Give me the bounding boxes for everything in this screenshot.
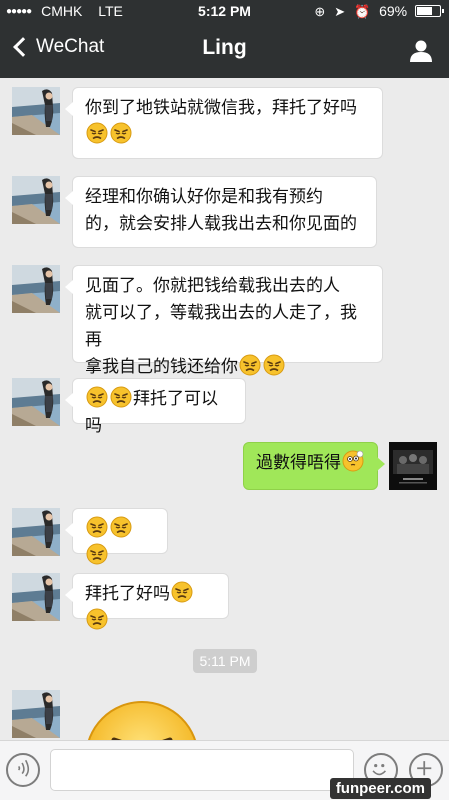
profile-icon[interactable]: [409, 38, 433, 62]
contact-avatar[interactable]: [12, 378, 60, 426]
message-text: 拜托了好吗: [85, 584, 170, 604]
my-avatar[interactable]: [389, 442, 437, 490]
message-input[interactable]: [50, 749, 354, 791]
message-bubble[interactable]: 拜托了好吗: [65, 573, 229, 630]
watermark: funpeer.com: [329, 778, 431, 799]
outgoing-message-bubble[interactable]: 過數得唔得: [243, 442, 385, 490]
nav-bar: WeChat Ling: [0, 22, 449, 78]
back-button[interactable]: WeChat: [10, 36, 104, 58]
message-bubble[interactable]: 见面了。你就把钱给载我出去的人 就可以了，等载我出去的人走了，我再 拿我自己的钱…: [65, 265, 383, 377]
angry-emoji-icon: [86, 543, 108, 565]
status-bar: ●●●●● CMHK LTE 5:12 PM ⊕ ➤ ⏰ 69%: [0, 0, 449, 22]
message-text: 你到了地铁站就微信我，拜托了好吗: [85, 98, 357, 118]
angry-emoji-icon: [263, 354, 285, 376]
message-bubble[interactable]: [65, 508, 168, 565]
message-text-line: 见面了。你就把钱给载我出去的人: [85, 276, 340, 296]
angry-emoji-icon: [110, 516, 132, 538]
message-text: 過數得唔得: [256, 453, 341, 473]
contact-avatar[interactable]: [12, 87, 60, 135]
contact-avatar[interactable]: [12, 176, 60, 224]
back-label: WeChat: [36, 36, 105, 57]
contact-avatar[interactable]: [12, 573, 60, 621]
contact-avatar[interactable]: [12, 265, 60, 313]
battery-percent: 69%: [379, 3, 408, 19]
message-timestamp: 5:11 PM: [193, 649, 257, 673]
back-chevron-icon: [13, 37, 33, 57]
angry-emoji-icon: [110, 122, 132, 144]
voice-icon[interactable]: [6, 753, 40, 787]
angry-emoji-icon: [86, 608, 108, 630]
message-text-line: 经理和你确认好你是和我有预约: [85, 187, 323, 207]
angry-emoji-icon: [86, 122, 108, 144]
rotation-lock-icon: ⊕: [314, 4, 326, 19]
message-bubble[interactable]: 经理和你确认好你是和我有预约 的，就会安排人载我出去和你见面的: [65, 176, 377, 248]
message-bubble[interactable]: 你到了地铁站就微信我，拜托了好吗: [65, 87, 383, 159]
angry-emoji-icon: [171, 581, 193, 603]
battery-fill: [417, 7, 433, 15]
location-icon: ➤: [334, 4, 346, 19]
message-text-line: 就可以了，等载我出去的人走了，我再: [85, 303, 357, 350]
angry-emoji-icon: [86, 516, 108, 538]
status-right: ⊕ ➤ ⏰ 69%: [314, 3, 444, 20]
battery-icon: [415, 5, 444, 17]
contact-avatar[interactable]: [12, 690, 60, 738]
thinking-emoji-icon: [342, 450, 364, 472]
message-text-line: 的，就会安排人载我出去和你见面的: [85, 214, 357, 234]
message-bubble[interactable]: 拜托了可以吗: [65, 378, 246, 436]
angry-emoji-icon: [86, 386, 108, 408]
alarm-icon: ⏰: [354, 4, 371, 19]
contact-avatar[interactable]: [12, 508, 60, 556]
angry-emoji-icon: [239, 354, 261, 376]
angry-emoji-icon: [110, 386, 132, 408]
message-text-line: 拿我自己的钱还给你: [85, 357, 238, 377]
